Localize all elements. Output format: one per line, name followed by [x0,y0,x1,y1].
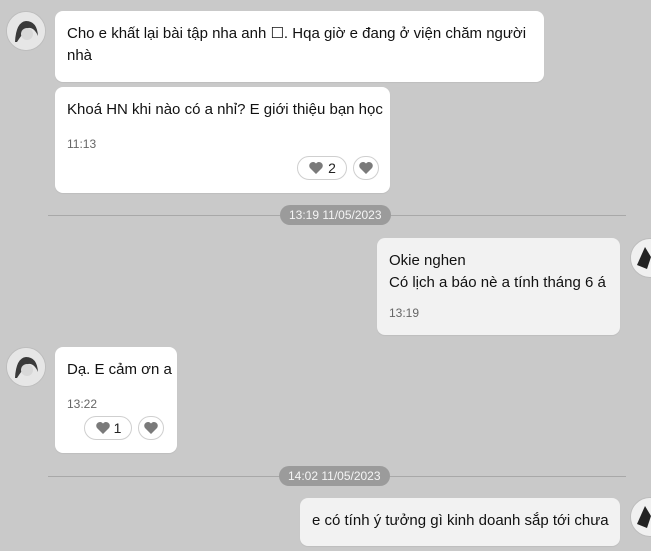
message-text: nhà [67,47,93,64]
react-button[interactable] [353,156,379,180]
reaction-count-badge[interactable]: 2 [297,156,347,180]
message-text: Okie nghen [389,252,466,269]
heart-icon [95,422,110,434]
heart-icon [359,162,373,174]
reaction-count-badge[interactable]: 1 [84,416,132,440]
message-bubble[interactable]: Okie nghen Có lịch a báo nè a tính tháng… [377,238,620,335]
message-bubble[interactable]: Cho e khất lại bài tập nha anh ☐. Hqa gi… [55,11,544,82]
message-time: 13:19 [389,306,420,320]
avatar[interactable] [630,238,651,278]
avatar[interactable] [6,347,46,387]
reaction-count: 2 [328,160,336,176]
message-text: e có tính ý tưởng gì kinh doanh sắp tới … [312,512,609,529]
message-bubble[interactable]: Dạ. E cảm ơn a 13:22 1 [55,347,177,453]
message-text: Có lịch a báo nè a tính tháng 6 á [389,274,606,291]
message-time: 13:22 [67,397,98,411]
heart-icon [309,162,323,174]
message-bubble[interactable]: Khoá HN khi nào có a nhỉ? E giới thiệu b… [55,87,390,193]
message-text: Cho e khất lại bài tập nha anh ☐. Hqa gi… [67,25,527,42]
reaction-count: 1 [113,420,122,436]
date-separator: 14:02 11/05/2023 [279,466,390,486]
message-bubble[interactable]: e có tính ý tưởng gì kinh doanh sắp tới … [300,498,620,546]
message-text: Khoá HN khi nào có a nhỉ? E giới thiệu b… [67,101,383,118]
avatar[interactable] [630,497,651,537]
avatar[interactable] [6,11,46,51]
heart-icon [144,422,158,434]
date-separator: 13:19 11/05/2023 [280,205,391,225]
message-time: 11:13 [67,137,97,151]
message-text: Dạ. E cảm ơn a [67,361,172,378]
react-button[interactable] [138,416,164,440]
